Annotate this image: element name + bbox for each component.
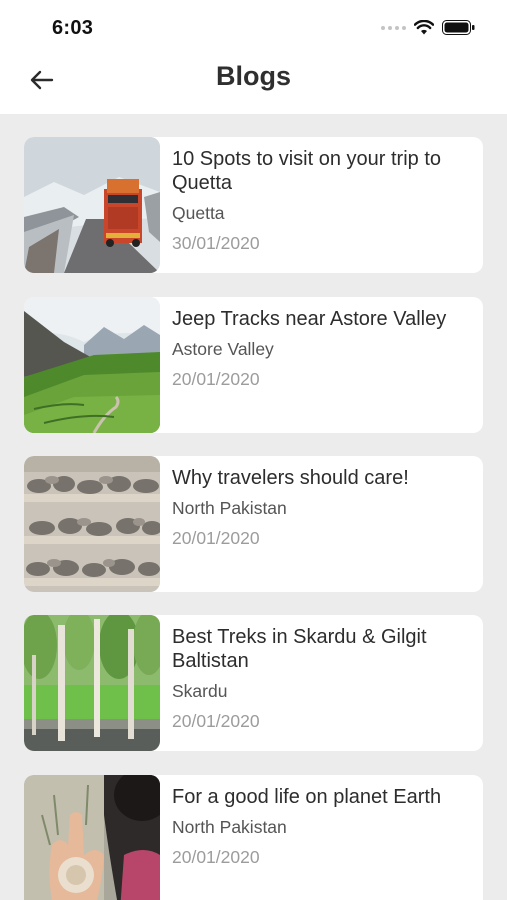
blog-card[interactable]: Best Treks in Skardu & Gilgit Baltistan … bbox=[24, 615, 483, 751]
blog-date: 20/01/2020 bbox=[172, 369, 260, 389]
blog-date: 20/01/2020 bbox=[172, 711, 260, 731]
blog-card[interactable]: Jeep Tracks near Astore Valley Astore Va… bbox=[24, 297, 483, 433]
stone-wall-shelves-image bbox=[24, 456, 160, 592]
hand-with-flower-image bbox=[24, 775, 160, 900]
battery-icon bbox=[442, 20, 475, 35]
blog-card-text: Why travelers should care! North Pakista… bbox=[172, 466, 471, 549]
blog-card[interactable]: 10 Spots to visit on your trip to Quetta… bbox=[24, 137, 483, 273]
blog-date: 20/01/2020 bbox=[172, 528, 260, 548]
blog-date: 30/01/2020 bbox=[172, 233, 260, 253]
truck-on-snowy-road-image bbox=[24, 137, 160, 273]
cellular-signal-icon bbox=[381, 25, 406, 30]
blog-title: Best Treks in Skardu & Gilgit Baltistan bbox=[172, 626, 427, 672]
wifi-icon bbox=[414, 20, 434, 35]
poplar-trees-field-image bbox=[24, 615, 160, 751]
status-bar: 6:03 bbox=[0, 0, 507, 56]
green-mountain-valley-image bbox=[24, 297, 160, 433]
blog-card-text: Best Treks in Skardu & Gilgit Baltistan … bbox=[172, 625, 471, 732]
blog-location: North Pakistan bbox=[172, 817, 287, 837]
page-title: Blogs bbox=[215, 61, 291, 91]
blog-location: Skardu bbox=[172, 681, 228, 701]
blog-title: Why travelers should care! bbox=[172, 467, 409, 489]
blog-date: 20/01/2020 bbox=[172, 847, 260, 867]
blog-card-text: For a good life on planet Earth North Pa… bbox=[172, 785, 471, 868]
blog-location: North Pakistan bbox=[172, 498, 287, 518]
blog-card-text: 10 Spots to visit on your trip to Quetta… bbox=[172, 147, 471, 254]
blog-location: Astore Valley bbox=[172, 339, 274, 359]
blog-card[interactable]: Why travelers should care! North Pakista… bbox=[24, 456, 483, 592]
blog-title: Jeep Tracks near Astore Valley bbox=[172, 308, 447, 330]
nav-bar: Blogs bbox=[0, 56, 507, 114]
blog-title: For a good life on planet Earth bbox=[172, 786, 442, 808]
status-icons bbox=[381, 20, 475, 35]
blog-card-text: Jeep Tracks near Astore Valley Astore Va… bbox=[172, 307, 471, 390]
blog-location: Quetta bbox=[172, 203, 225, 223]
status-time: 6:03 bbox=[52, 17, 94, 39]
blog-list: 10 Spots to visit on your trip to Quetta… bbox=[0, 114, 507, 900]
blog-title: 10 Spots to visit on your trip to Quetta bbox=[172, 148, 442, 194]
blog-card[interactable]: For a good life on planet Earth North Pa… bbox=[24, 775, 483, 900]
